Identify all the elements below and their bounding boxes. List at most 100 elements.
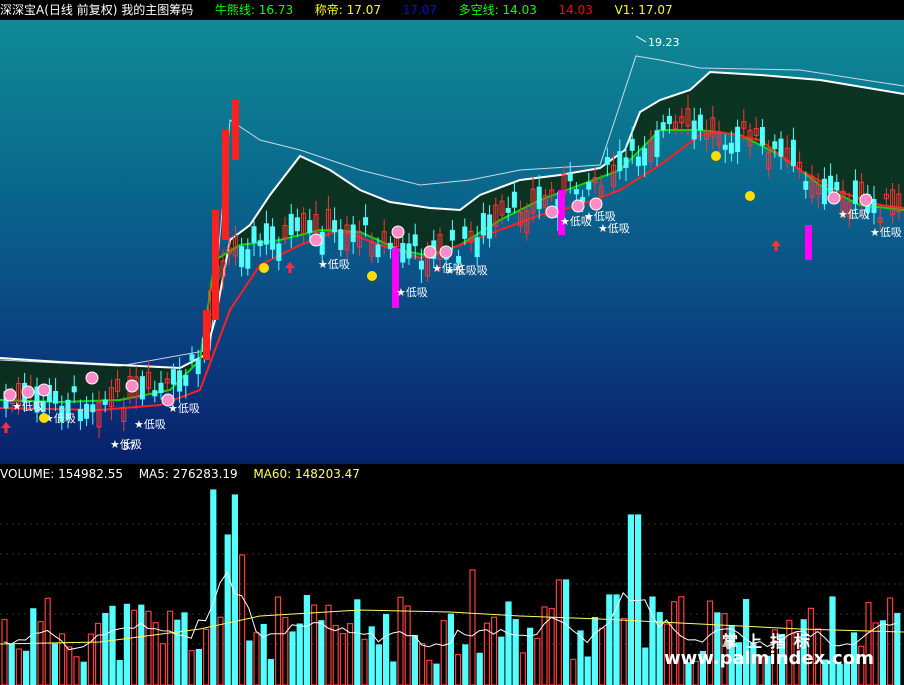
volume-bar — [361, 638, 368, 685]
volume-bar — [94, 622, 102, 685]
candle-body — [697, 114, 703, 131]
volume-bar — [51, 643, 59, 685]
candle-body — [480, 213, 486, 236]
candle-body — [735, 126, 741, 152]
volume-bar — [404, 605, 411, 685]
flower-marker — [3, 388, 17, 402]
volume-bar — [289, 631, 296, 685]
candle-body — [387, 242, 393, 250]
candle-body — [642, 148, 648, 166]
candle-body — [852, 180, 858, 204]
candle-body — [294, 217, 300, 232]
volume-bar — [534, 637, 541, 685]
candle-body — [350, 224, 356, 242]
indicator-long-short: 多空线: 14.03 — [458, 3, 537, 17]
flower-marker — [21, 385, 35, 399]
volume-bar — [1, 618, 8, 685]
volume-bar — [491, 616, 498, 685]
volume-bar — [318, 620, 325, 685]
volume-bar — [66, 646, 73, 685]
candle-body — [288, 213, 294, 236]
flower-marker — [161, 393, 175, 407]
candle-body — [183, 374, 189, 386]
candle-body — [102, 399, 108, 405]
volume-bar — [44, 597, 51, 685]
volume-bar — [267, 658, 274, 685]
volume-bar — [260, 623, 267, 685]
volume-bar — [570, 658, 577, 685]
indicator-blue: 17.07 — [402, 3, 437, 17]
candle-body — [90, 404, 96, 413]
volume-bar — [584, 656, 591, 685]
volume-bar — [332, 624, 339, 685]
volume-header: VOLUME: 154982.55 MA5: 276283.19 MA60: 1… — [0, 464, 904, 484]
up-arrow-icon — [1, 422, 11, 428]
candle-body — [828, 175, 834, 194]
volume-label: VOLUME: 154982.55 — [0, 467, 124, 481]
volume-bar — [591, 616, 599, 685]
candle-body — [263, 223, 269, 245]
indicator-v1: V1: 17.07 — [614, 3, 673, 17]
signal-bar — [805, 225, 812, 260]
candle-body — [276, 243, 282, 261]
volume-bar — [8, 643, 15, 685]
volume-bar — [296, 623, 303, 685]
flower-marker — [309, 233, 323, 247]
indicator-header: 深深宝A(日线 前复权) 我的主图筹码 牛熊线: 16.73 称帝: 17.07… — [0, 0, 904, 20]
signal-low-buy-label: ★低吸 — [318, 258, 350, 271]
volume-bar — [181, 612, 188, 685]
signal-low-buy-label: ★低吸 — [870, 226, 902, 239]
volume-bar — [606, 594, 613, 685]
up-arrow-icon — [285, 262, 295, 268]
volume-bar — [275, 596, 282, 685]
price-chart[interactable]: 19.23 37 ★低吸 ★低吸 ★低吸 ★低吸 ★低吸 ★低吸 ★低吸 ★低吸 ★低吸吸 ★低吸 ★低… — [0, 20, 904, 463]
volume-bar — [598, 627, 606, 685]
watermark-logo: 掌上指标 www.palmindex.com — [660, 628, 904, 685]
volume-bar — [642, 647, 649, 685]
volume-bar — [455, 653, 462, 685]
volume-bar — [253, 632, 260, 685]
signal-low-buy-label: ★低吸 — [838, 208, 870, 221]
volume-bar — [224, 534, 231, 685]
volume-bar — [15, 648, 22, 685]
candle-body — [375, 244, 381, 258]
signal-bar — [392, 248, 399, 308]
candle-body — [660, 122, 666, 131]
candle-body — [71, 386, 77, 393]
volume-bar — [512, 619, 519, 685]
volume-bar — [498, 636, 505, 685]
volume-bar — [102, 612, 109, 685]
candle-body — [871, 199, 877, 214]
volume-bar — [195, 648, 202, 685]
flower-marker — [545, 205, 559, 219]
coin-marker-icon — [367, 271, 377, 281]
volume-bar — [620, 617, 627, 685]
candle-body — [567, 173, 573, 182]
signal-bar — [558, 190, 565, 235]
volume-bar — [383, 613, 390, 685]
flower-marker — [571, 199, 585, 213]
volume-bar — [37, 621, 44, 685]
candle-body — [195, 359, 201, 375]
candle-body-surge — [232, 100, 239, 160]
candle-body — [666, 115, 672, 125]
volume-bar — [30, 608, 37, 685]
volume-bar — [548, 607, 555, 685]
flower-marker — [423, 245, 437, 259]
volume-bar — [203, 628, 210, 685]
candle-body — [586, 181, 592, 190]
candle-body — [511, 191, 517, 208]
volume-bar — [541, 606, 548, 685]
candle-body — [53, 390, 59, 404]
candle-body — [573, 189, 579, 195]
candle-body — [536, 186, 542, 210]
candle-body — [251, 226, 257, 243]
up-arrow-stem — [774, 246, 778, 251]
candle-body — [462, 226, 468, 239]
flower-marker — [391, 225, 405, 239]
volume-bar — [577, 630, 584, 685]
volume-bar — [447, 613, 454, 685]
high-price-label: 19.23 — [648, 36, 680, 49]
candle-body — [307, 220, 313, 233]
flower-marker — [439, 245, 453, 259]
